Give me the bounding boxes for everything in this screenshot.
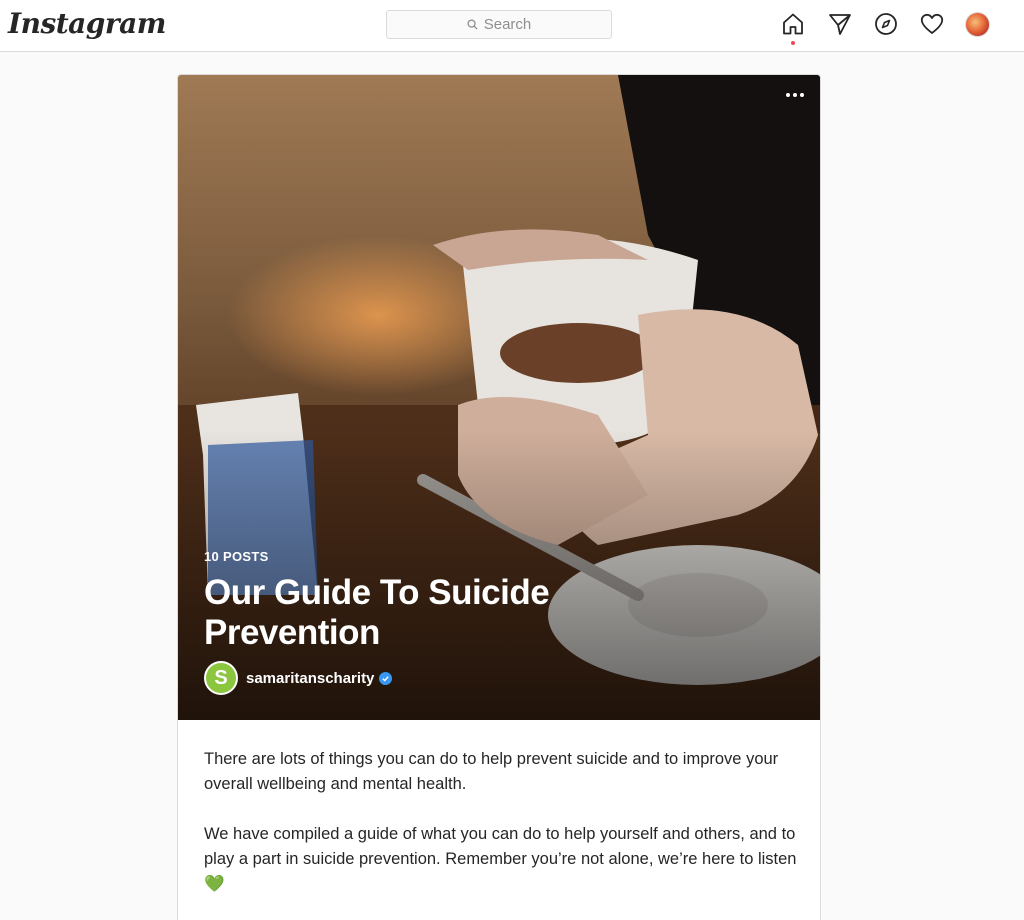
guide-cover-image: 10 POSTS Our Guide To Suicide Prevention…: [178, 75, 820, 720]
search-placeholder: Search: [483, 16, 532, 33]
author-avatar[interactable]: S: [204, 661, 238, 695]
activity-heart-icon[interactable]: [919, 11, 945, 37]
search-icon: [467, 19, 478, 30]
instagram-logo[interactable]: Instagram: [8, 7, 166, 40]
explore-compass-icon[interactable]: [873, 11, 899, 37]
description-paragraph: We have compiled a guide of what you can…: [204, 825, 797, 893]
profile-avatar[interactable]: [965, 12, 990, 37]
notification-dot: [791, 41, 795, 45]
description-paragraph: There are lots of things you can do to h…: [204, 750, 779, 793]
guide-author[interactable]: S samaritanscharity: [204, 661, 393, 695]
top-navigation-bar: Instagram Search: [0, 0, 1024, 52]
direct-message-icon[interactable]: [827, 11, 853, 37]
guide-title: Our Guide To Suicide Prevention: [204, 573, 550, 652]
author-username[interactable]: samaritanscharity: [246, 670, 374, 687]
guide-card: 10 POSTS Our Guide To Suicide Prevention…: [177, 74, 821, 920]
guide-description: There are lots of things you can do to h…: [204, 747, 804, 920]
search-input[interactable]: Search: [386, 10, 612, 39]
home-icon[interactable]: [780, 11, 806, 37]
more-options-icon[interactable]: [786, 93, 804, 97]
verified-badge-icon: [379, 671, 393, 685]
post-count: 10 POSTS: [204, 549, 269, 564]
